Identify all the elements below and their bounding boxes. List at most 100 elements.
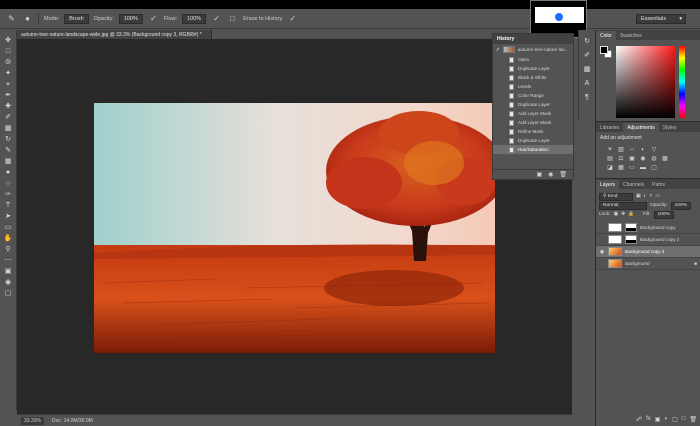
levels-icon[interactable]: ▧: [617, 146, 625, 153]
healing-tool-icon[interactable]: ✚: [2, 102, 14, 111]
history-brush-source-icon[interactable]: ✐: [496, 47, 500, 53]
move-tool-icon[interactable]: ✥: [2, 36, 14, 45]
exposure-icon[interactable]: ◐: [639, 146, 647, 153]
filter-adjustment-icon[interactable]: ◐: [644, 194, 647, 199]
color-swatches-icon[interactable]: ▣: [2, 267, 14, 276]
hue-slider[interactable]: [679, 46, 685, 118]
history-state[interactable]: Levels: [493, 82, 573, 91]
tab-color[interactable]: Color: [596, 31, 616, 40]
eye-icon[interactable]: [599, 225, 605, 231]
color-lookup-icon[interactable]: ▦: [661, 155, 669, 162]
mode-select[interactable]: Brush: [64, 13, 89, 24]
photo-filter-icon[interactable]: ◉: [639, 155, 647, 162]
lock-position-icon[interactable]: ✥: [621, 212, 625, 217]
filter-type-icon[interactable]: T: [649, 194, 652, 199]
lock-all-icon[interactable]: 🔒: [628, 212, 634, 217]
hand-tool-icon[interactable]: ✋: [2, 234, 14, 243]
history-state[interactable]: Duplicate Layer: [493, 64, 573, 73]
history-state[interactable]: Hue/Saturation: [493, 145, 573, 154]
trash-icon[interactable]: 🗑: [689, 416, 697, 423]
color-picker-field[interactable]: [616, 46, 675, 118]
doc-size-info[interactable]: Doc: 14.0M/30.0M: [52, 418, 93, 424]
workspace-switcher[interactable]: Essentials ▾: [636, 14, 686, 24]
eraser-tool-icon[interactable]: ✎: [2, 146, 14, 155]
crop-tool-icon[interactable]: ⌖: [2, 80, 14, 89]
posterize-icon[interactable]: ▦: [617, 164, 625, 171]
tab-layers[interactable]: Layers: [596, 180, 620, 189]
flow-field[interactable]: 100%: [182, 13, 207, 24]
history-state[interactable]: Refine Mask: [493, 127, 573, 136]
new-group-icon[interactable]: ▢: [672, 416, 678, 423]
eraser-tool-icon[interactable]: ✎: [6, 13, 17, 24]
quick-mask-icon[interactable]: ◉: [2, 278, 14, 287]
layer-row[interactable]: Background copy 2: [596, 234, 700, 246]
clone-source-icon[interactable]: ▩: [582, 64, 592, 74]
tab-channels[interactable]: Channels: [619, 180, 648, 189]
zoom-level[interactable]: 33.33%: [21, 416, 44, 425]
marquee-tool-icon[interactable]: □: [2, 47, 14, 56]
layer-mask-thumbnail[interactable]: [625, 235, 637, 244]
add-mask-icon[interactable]: ▣: [655, 416, 661, 423]
eye-icon[interactable]: [599, 237, 605, 243]
black-white-icon[interactable]: ▣: [628, 155, 636, 162]
erase-to-history-checkbox[interactable]: □: [227, 13, 238, 24]
threshold-icon[interactable]: ▭: [628, 164, 636, 171]
shape-tool-icon[interactable]: ▭: [2, 223, 14, 232]
eye-icon[interactable]: ◉: [599, 249, 605, 255]
gradient-map-icon[interactable]: ▬: [639, 164, 647, 171]
hue-saturation-icon[interactable]: ▤: [606, 155, 614, 162]
history-state[interactable]: Open: [493, 55, 573, 64]
brush-panel-icon[interactable]: ✐: [582, 50, 592, 60]
tab-libraries[interactable]: Libraries: [596, 123, 623, 132]
tab-paths[interactable]: Paths: [648, 180, 669, 189]
layer-filter-select[interactable]: ⚲ Kind: [599, 192, 633, 201]
history-panel-icon[interactable]: ↻: [582, 36, 592, 46]
history-state[interactable]: Duplicate Layer: [493, 136, 573, 145]
layer-mask-thumbnail[interactable]: [625, 223, 637, 232]
path-select-tool-icon[interactable]: ➤: [2, 212, 14, 221]
screen-mode-icon[interactable]: ▢: [2, 289, 14, 298]
brightness-icon[interactable]: ☀: [606, 146, 614, 153]
filter-pixel-icon[interactable]: ▣: [636, 194, 641, 199]
stamp-tool-icon[interactable]: ▩: [2, 124, 14, 133]
pressure-opacity-icon[interactable]: ✓: [148, 13, 159, 24]
channel-mixer-icon[interactable]: ◍: [650, 155, 658, 162]
blend-mode-select[interactable]: Normal: [599, 201, 647, 210]
layer-opacity-field[interactable]: 100%: [670, 201, 691, 210]
layer-row[interactable]: Background copy: [596, 222, 700, 234]
lasso-tool-icon[interactable]: ⧁: [2, 58, 14, 67]
history-state[interactable]: Black & White: [493, 73, 573, 82]
selective-color-icon[interactable]: ▢: [650, 164, 658, 171]
tab-adjustments[interactable]: Adjustments: [623, 123, 659, 132]
more-tools-icon[interactable]: ⋯: [2, 256, 14, 265]
new-layer-icon[interactable]: □: [682, 416, 686, 422]
history-state[interactable]: Duplicate Layer: [493, 100, 573, 109]
eyedropper-tool-icon[interactable]: ✒: [2, 91, 14, 100]
curves-icon[interactable]: ∽: [628, 146, 636, 153]
document-canvas[interactable]: [94, 103, 495, 353]
new-snapshot-icon[interactable]: ◉: [548, 171, 553, 178]
history-state[interactable]: Color Range: [493, 91, 573, 100]
invert-icon[interactable]: ◪: [606, 164, 614, 171]
paragraph-panel-icon[interactable]: ¶: [582, 92, 592, 102]
tab-styles[interactable]: Styles: [659, 123, 681, 132]
history-state[interactable]: Add Layer Mask: [493, 118, 573, 127]
vibrance-icon[interactable]: ▽: [650, 146, 658, 153]
type-tool-icon[interactable]: T: [2, 201, 14, 210]
layer-row[interactable]: ◉ Background copy 3: [596, 246, 700, 258]
fx-icon[interactable]: fx: [646, 416, 651, 422]
history-brush-tool-icon[interactable]: ↻: [2, 135, 14, 144]
layer-row[interactable]: Background ■: [596, 258, 700, 270]
dodge-tool-icon[interactable]: ○: [2, 179, 14, 188]
new-adjustment-layer-icon[interactable]: ◐: [664, 416, 668, 422]
history-snapshot[interactable]: ✐ autumn-tree-nature-lan...: [493, 44, 573, 55]
foreground-color-swatch[interactable]: [600, 46, 608, 54]
document-tab[interactable]: autumn-tree-nature-landscape-wide.jpg @ …: [17, 30, 212, 39]
blur-tool-icon[interactable]: ●: [2, 168, 14, 177]
pen-tool-icon[interactable]: ✑: [2, 190, 14, 199]
quick-select-tool-icon[interactable]: ✦: [2, 69, 14, 78]
brush-tool-icon[interactable]: ✐: [2, 113, 14, 122]
character-panel-icon[interactable]: A: [582, 78, 592, 88]
pressure-size-icon[interactable]: ✓: [287, 13, 298, 24]
link-layers-icon[interactable]: ☍: [636, 416, 642, 423]
